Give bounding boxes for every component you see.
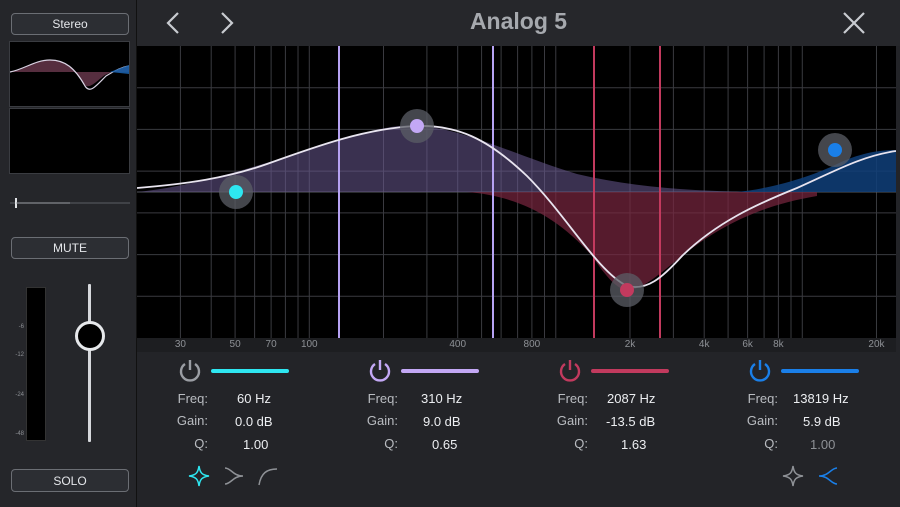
q-label: Q:	[574, 436, 588, 451]
power-icon[interactable]	[747, 358, 773, 384]
freq-value[interactable]: 60 Hz	[237, 391, 317, 406]
q-label: Q:	[194, 436, 208, 451]
eq-graph[interactable]	[136, 46, 897, 338]
freq-tick-label: 70	[265, 339, 277, 350]
gain-value[interactable]: 5.9 dB	[803, 414, 883, 429]
low-cut-icon[interactable]	[257, 465, 279, 487]
band-1-panel: Freq: 60 Hz Gain: 0.0 dB Q: 1.00	[137, 352, 327, 462]
mute-button[interactable]: MUTE	[11, 237, 129, 259]
freq-tick-label: 8k	[773, 339, 784, 350]
freq-label: Freq:	[557, 391, 588, 406]
freq-tick-label: 20k	[868, 339, 885, 350]
q-label: Q:	[384, 436, 398, 451]
freq-label: Freq:	[367, 391, 398, 406]
gain-label: Gain:	[366, 413, 398, 428]
gain-value[interactable]: -13.5 dB	[606, 414, 686, 429]
q-value[interactable]: 1.00	[243, 437, 323, 452]
freq-tick-label: 30	[174, 339, 186, 350]
q-value[interactable]: 0.65	[432, 437, 512, 452]
low-shelf-icon[interactable]	[223, 465, 245, 487]
solo-button[interactable]: SOLO	[11, 469, 129, 492]
power-icon[interactable]	[557, 358, 583, 384]
meter-label: -12	[15, 352, 24, 358]
band-3-node[interactable]	[610, 273, 644, 307]
freq-tick-label: 800	[523, 339, 541, 350]
gain-label: Gain:	[746, 413, 778, 428]
band-2-area	[137, 125, 896, 192]
freq-tick-label: 400	[449, 339, 467, 350]
gain-value[interactable]: 9.0 dB	[423, 414, 503, 429]
freq-value[interactable]: 13819 Hz	[793, 391, 873, 406]
band-1-node[interactable]	[219, 175, 253, 209]
level-meter	[26, 287, 46, 441]
q-value[interactable]: 1.00	[810, 437, 890, 452]
band-3-panel: Freq: 2087 Hz Gain: -13.5 dB Q: 1.63	[517, 352, 707, 462]
gain-fader-track[interactable]	[88, 284, 91, 442]
band-2-panel: Freq: 310 Hz Gain: 9.0 dB Q: 0.65	[327, 352, 517, 462]
gain-value[interactable]: 0.0 dB	[235, 414, 315, 429]
q-label: Q:	[764, 436, 778, 451]
band-controls: Freq: 60 Hz Gain: 0.0 dB Q: 1.00 Freq: 3…	[137, 352, 900, 507]
band-2-color-bar	[401, 369, 479, 373]
freq-value[interactable]: 2087 Hz	[607, 391, 687, 406]
meter-label: -48	[15, 431, 24, 437]
band-4-panel: Freq: 13819 Hz Gain: 5.9 dB Q: 1.00	[707, 352, 897, 462]
gain-label: Gain:	[176, 413, 208, 428]
q-value[interactable]: 1.63	[621, 437, 701, 452]
sidebar: Stereo MUTE -6 -12 -24 -48 SOLO	[0, 0, 137, 507]
bell-shape-icon[interactable]	[782, 465, 804, 487]
eq-response-curve	[136, 125, 897, 288]
meter-label: -24	[15, 392, 24, 398]
mini-spectrum-preview	[9, 108, 130, 174]
eq-plugin-window: Stereo MUTE -6 -12 -24 -48 SOLO Analog 5…	[0, 0, 900, 507]
gain-fader-knob[interactable]	[75, 321, 105, 351]
band-2-node[interactable]	[400, 109, 434, 143]
band-4-node[interactable]	[818, 133, 852, 167]
bell-shape-icon[interactable]	[188, 465, 210, 487]
freq-label: Freq:	[177, 391, 208, 406]
freq-tick-label: 50	[229, 339, 241, 350]
freq-tick-label: 6k	[742, 339, 753, 350]
freq-value[interactable]: 310 Hz	[421, 391, 501, 406]
band-3-color-bar	[591, 369, 669, 373]
freq-tick-label: 100	[300, 339, 318, 350]
pan-slider[interactable]	[10, 196, 130, 210]
close-icon[interactable]	[841, 10, 867, 36]
freq-tick-label: 2k	[624, 339, 636, 350]
header: Analog 5	[137, 0, 900, 46]
band-1-color-bar	[211, 369, 289, 373]
mini-eq-preview[interactable]	[9, 41, 130, 107]
power-icon[interactable]	[367, 358, 393, 384]
level-meter-area: -6 -12 -24 -48	[9, 278, 130, 448]
frequency-axis: 30 50 70 100 400 800 2k 4k 6k 8k 20k	[137, 338, 896, 352]
plugin-title: Analog 5	[469, 8, 568, 34]
high-shelf-icon[interactable]	[817, 465, 839, 487]
gain-label: Gain:	[556, 413, 588, 428]
freq-label: Freq:	[747, 391, 778, 406]
power-icon[interactable]	[177, 358, 203, 384]
band-4-color-bar	[781, 369, 859, 373]
freq-tick-label: 4k	[698, 339, 710, 350]
stereo-button[interactable]: Stereo	[11, 13, 129, 35]
meter-label: -6	[18, 324, 24, 330]
